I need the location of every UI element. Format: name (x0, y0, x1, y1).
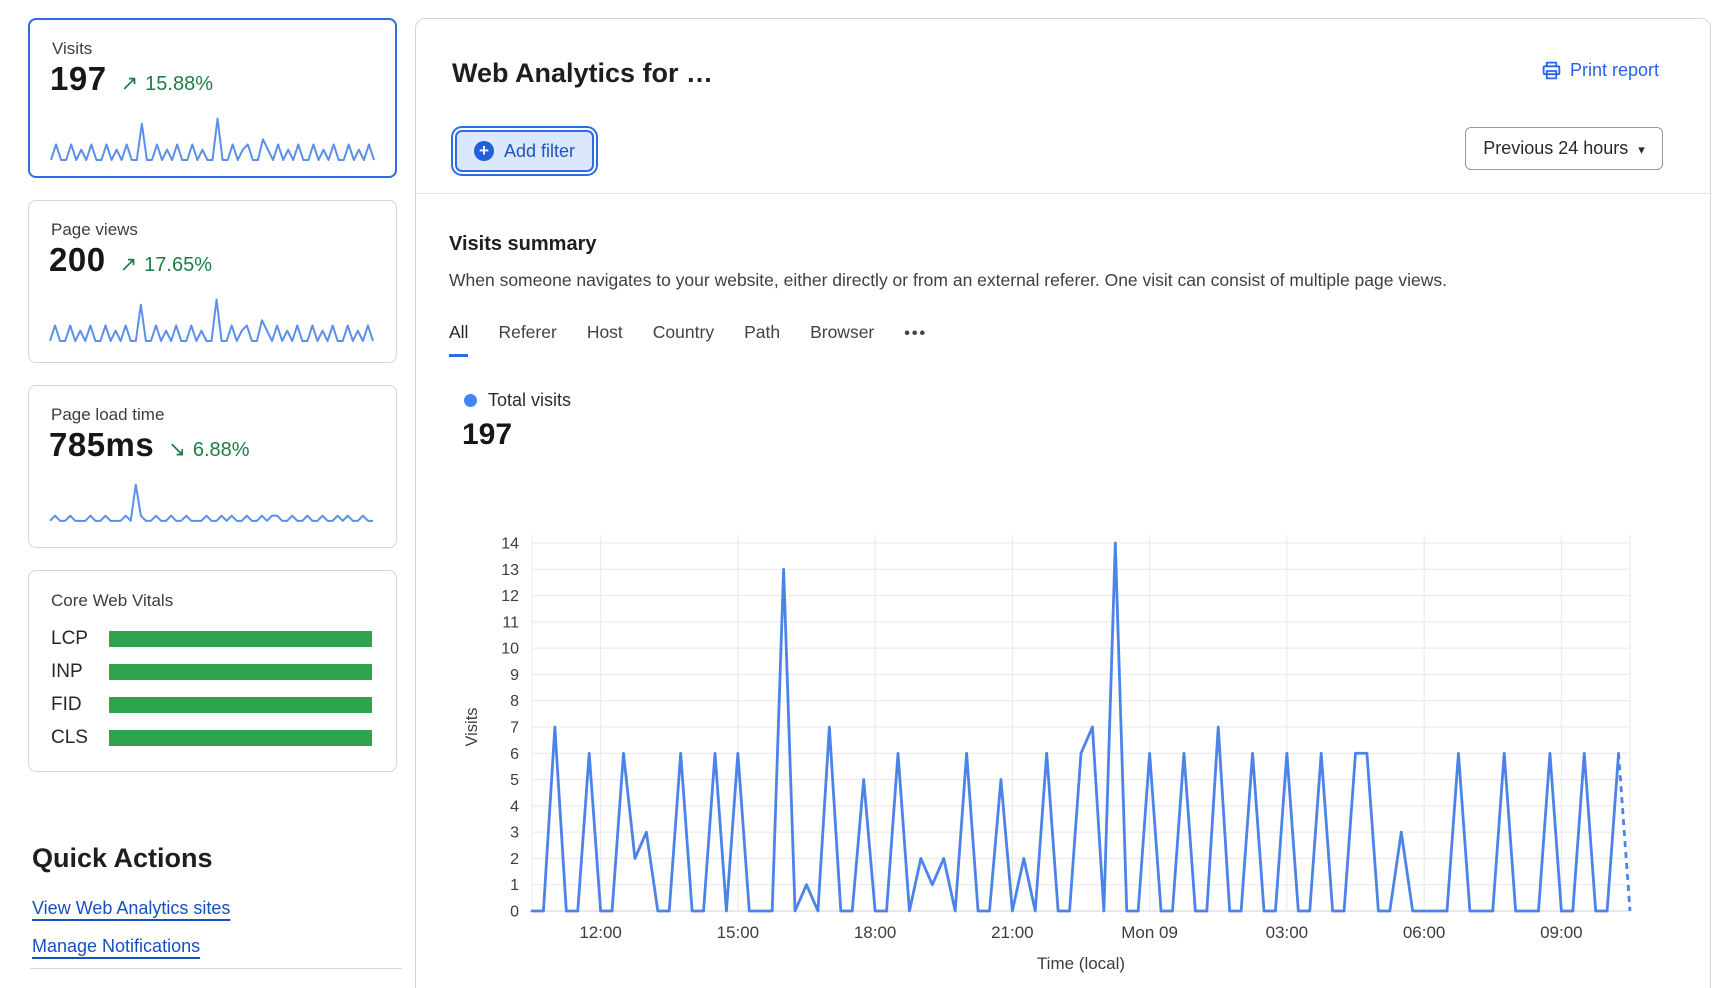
add-filter-button[interactable]: + Add filter (455, 130, 594, 172)
quick-actions-title: Quick Actions (32, 843, 213, 874)
svg-text:6: 6 (510, 746, 519, 763)
tab-browser[interactable]: Browser (810, 322, 874, 354)
svg-text:14: 14 (501, 536, 519, 553)
tab-country[interactable]: Country (653, 322, 714, 354)
web-analytics-dashboard: Visits 197 ↗ 15.88% Page views 200 ↗ 17.… (0, 0, 1730, 988)
chart-legend: Total visits (464, 390, 571, 411)
vital-bar-green (109, 664, 372, 680)
trend-down-icon: ↘ (168, 437, 186, 462)
vital-bar-green (109, 631, 372, 647)
trend-up-icon: ↗ (120, 252, 138, 277)
svg-text:5: 5 (510, 772, 519, 789)
svg-text:3: 3 (510, 825, 519, 842)
vital-bar-green (109, 697, 372, 713)
page-title: Web Analytics for … (452, 58, 713, 89)
legend-label: Total visits (488, 390, 571, 411)
svg-text:13: 13 (501, 562, 519, 579)
svg-text:0: 0 (510, 904, 519, 921)
svg-text:12: 12 (501, 588, 519, 605)
svg-text:15:00: 15:00 (717, 923, 760, 942)
header-divider (416, 193, 1710, 194)
core-web-vitals-card[interactable]: Core Web Vitals LCP INP FID CLS (28, 570, 397, 772)
tab-host[interactable]: Host (587, 322, 623, 354)
stat-card-visits[interactable]: Visits 197 ↗ 15.88% (28, 18, 397, 178)
visits-time-series-chart[interactable]: 0123456789101112131412:0015:0018:0021:00… (415, 520, 1711, 980)
svg-text:1: 1 (510, 877, 519, 894)
vital-label: INP (51, 661, 109, 683)
vital-row-fid: FID (51, 694, 372, 716)
svg-text:11: 11 (502, 614, 519, 631)
svg-text:03:00: 03:00 (1266, 923, 1309, 942)
svg-text:21:00: 21:00 (991, 923, 1034, 942)
svg-text:4: 4 (510, 798, 519, 815)
plus-circle-icon: + (474, 141, 494, 161)
vital-row-cls: CLS (51, 727, 372, 749)
total-visits-value: 197 (462, 418, 512, 452)
svg-text:12:00: 12:00 (579, 923, 622, 942)
tab-referer[interactable]: Referer (498, 322, 556, 354)
svg-text:9: 9 (510, 667, 519, 684)
page-views-sparkline (49, 294, 374, 344)
svg-text:Time (local): Time (local) (1037, 954, 1125, 973)
vital-row-inp: INP (51, 661, 372, 683)
manage-notifications-link[interactable]: Manage Notifications (32, 936, 200, 957)
svg-text:2: 2 (510, 851, 519, 868)
stat-card-value: 197 (50, 60, 107, 98)
svg-text:06:00: 06:00 (1403, 923, 1446, 942)
tab-path[interactable]: Path (744, 322, 780, 354)
tab-overflow-ellipsis-icon[interactable]: ••• (904, 325, 927, 354)
stat-card-delta: 15.88% (145, 73, 213, 96)
visits-summary-title: Visits summary (449, 233, 597, 256)
vital-bar-green (109, 730, 372, 746)
time-range-dropdown[interactable]: Previous 24 hours ▾ (1465, 127, 1663, 170)
print-report-link[interactable]: Print report (1541, 60, 1659, 81)
page-load-sparkline (49, 479, 374, 529)
stat-card-delta: 6.88% (193, 439, 250, 462)
chevron-down-icon: ▾ (1638, 140, 1645, 158)
svg-text:09:00: 09:00 (1540, 923, 1583, 942)
svg-text:Visits: Visits (463, 707, 481, 746)
sidebar-divider (30, 968, 402, 969)
svg-text:18:00: 18:00 (854, 923, 897, 942)
stat-card-value: 785ms (49, 426, 154, 464)
vital-label: FID (51, 694, 109, 716)
print-report-label: Print report (1570, 60, 1659, 81)
visits-sparkline (50, 113, 375, 163)
stat-card-delta: 17.65% (144, 254, 212, 277)
dimension-tabs: All Referer Host Country Path Browser ••… (449, 322, 927, 357)
stat-card-title: Page views (51, 220, 138, 240)
vital-label: LCP (51, 628, 109, 650)
svg-text:Mon 09: Mon 09 (1121, 923, 1178, 942)
time-range-label: Previous 24 hours (1483, 138, 1628, 159)
svg-text:8: 8 (510, 693, 519, 710)
tab-all[interactable]: All (449, 322, 468, 357)
stat-card-title: Visits (52, 39, 92, 59)
svg-text:7: 7 (510, 720, 519, 737)
stat-card-page-load-time[interactable]: Page load time 785ms ↘ 6.88% (28, 385, 397, 548)
visits-summary-description: When someone navigates to your website, … (449, 270, 1447, 291)
stat-card-value: 200 (49, 241, 106, 279)
vital-row-lcp: LCP (51, 628, 372, 650)
view-web-analytics-sites-link[interactable]: View Web Analytics sites (32, 898, 230, 919)
add-filter-label: Add filter (504, 141, 575, 162)
vital-label: CLS (51, 727, 109, 749)
stat-card-page-views[interactable]: Page views 200 ↗ 17.65% (28, 200, 397, 363)
core-web-vitals-title: Core Web Vitals (51, 591, 173, 611)
legend-dot-icon (464, 394, 477, 407)
trend-up-icon: ↗ (121, 71, 139, 96)
svg-text:10: 10 (501, 641, 519, 658)
printer-icon (1541, 60, 1562, 81)
stat-card-title: Page load time (51, 405, 164, 425)
